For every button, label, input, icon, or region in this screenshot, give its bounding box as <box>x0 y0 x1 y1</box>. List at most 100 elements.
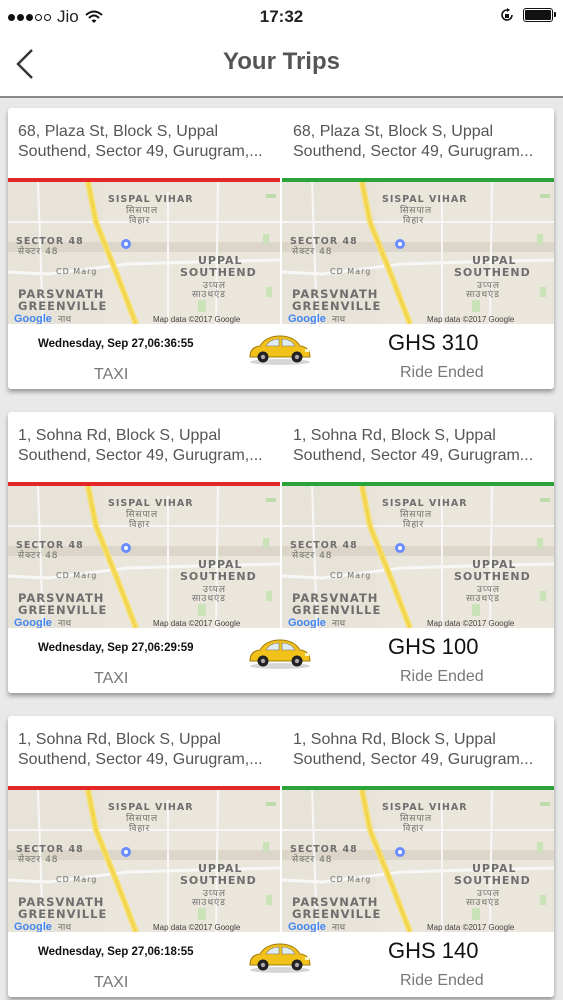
trip-fare: GHS 100 <box>388 634 479 659</box>
map-label-cd-marg: CD Marg <box>56 875 97 884</box>
map-label-sispal-hi2: विहार <box>129 822 150 834</box>
map-label-google: Google <box>14 921 52 932</box>
map-label-uppal-hi2: साउथएंड <box>466 593 500 604</box>
pickup-address: 68, Plaza St, Block S, Uppal Southend, S… <box>18 122 283 162</box>
drop-address: 1, Sohna Rd, Block S, Uppal Southend, Se… <box>293 426 554 466</box>
trip-fare: GHS 310 <box>388 330 479 355</box>
map-label-sispal-hi2: विहार <box>403 518 424 530</box>
drop-address-line1: 1, Sohna Rd, Block S, Uppal <box>293 427 496 444</box>
navigation-bar: Your Trips <box>0 34 563 98</box>
pickup-address-line2: Southend, Sector 49, Gurugram,... <box>18 143 263 160</box>
vehicle-type: TAXI <box>94 670 129 687</box>
map-label-cd-marg: CD Marg <box>56 267 97 276</box>
map-label-sispal-hi2: विहार <box>129 214 150 226</box>
vehicle-type: TAXI <box>94 974 129 991</box>
pickup-address-line1: 1, Sohna Rd, Block S, Uppal <box>18 731 221 748</box>
map-label-sispal-hi: सिसपाल <box>126 204 158 216</box>
map-label-sector: SECTOR 48 <box>290 236 358 247</box>
map-label-google-hi: नाथ <box>58 315 71 324</box>
trip-datetime: Wednesday, Sep 27,06:29:59 <box>38 642 194 654</box>
trip-status: Ride Ended <box>400 972 484 989</box>
map-label-attribution: Map data ©2017 Google <box>153 619 241 628</box>
map-label-sector: SECTOR 48 <box>290 844 358 855</box>
drop-address-line2: Southend, Sector 49, Gurugram... <box>293 143 534 160</box>
map-label-parsvnath2: GREENVILLE <box>18 299 107 313</box>
map-label-sispal: SISPAL VIHAR <box>382 194 468 205</box>
map-label-sispal-hi: सिसपाल <box>400 812 432 824</box>
map-label-cd-marg: CD Marg <box>330 267 371 276</box>
map-label-google: Google <box>288 313 326 324</box>
map-label-google: Google <box>288 617 326 628</box>
map-label-uppal-hi2: साउथएंड <box>192 289 226 300</box>
map-label-sispal-hi2: विहार <box>129 518 150 530</box>
pickup-address: 1, Sohna Rd, Block S, Uppal Southend, Se… <box>18 730 283 770</box>
map-label-google: Google <box>14 313 52 324</box>
trip-status: Ride Ended <box>400 364 484 381</box>
map-label-sispal: SISPAL VIHAR <box>382 498 468 509</box>
map-label-attribution: Map data ©2017 Google <box>427 619 515 628</box>
map-label-attribution: Map data ©2017 Google <box>427 315 515 324</box>
battery-icon <box>523 8 556 22</box>
map-label-sector-hi: सेक्टर 48 <box>18 245 59 257</box>
map-label-google-hi: नाथ <box>332 619 345 628</box>
pickup-map: SISPAL VIHAR सिसपाल विहार SECTOR 48 सेक्… <box>8 178 280 324</box>
trip-card[interactable]: 1, Sohna Rd, Block S, Uppal Southend, Se… <box>8 716 554 997</box>
drop-map: SISPAL VIHAR सिसपाल विहार SECTOR 48 सेक्… <box>282 482 554 628</box>
map-label-uppal2: SOUTHEND <box>180 874 257 887</box>
pickup-address-line1: 68, Plaza St, Block S, Uppal <box>18 123 219 140</box>
pickup-address: 1, Sohna Rd, Block S, Uppal Southend, Se… <box>18 426 283 466</box>
status-bar: Jio 17:32 <box>0 0 563 34</box>
drop-map: SISPAL VIHAR सिसपाल विहार SECTOR 48 सेक्… <box>282 178 554 324</box>
pickup-map: SISPAL VIHAR सिसपाल विहार SECTOR 48 सेक्… <box>8 482 280 628</box>
trip-status: Ride Ended <box>400 668 484 685</box>
map-label-google: Google <box>14 617 52 628</box>
taxi-icon <box>246 333 314 365</box>
trip-fare: GHS 140 <box>388 938 479 963</box>
map-label-attribution: Map data ©2017 Google <box>153 315 241 324</box>
map-label-sispal: SISPAL VIHAR <box>108 802 194 813</box>
trip-datetime: Wednesday, Sep 27,06:18:55 <box>38 946 194 958</box>
map-label-uppal-hi2: साउथएंड <box>466 897 500 908</box>
map-label-sector: SECTOR 48 <box>16 844 84 855</box>
map-label-sector-hi: सेक्टर 48 <box>18 853 59 865</box>
trip-datetime: Wednesday, Sep 27,06:36:55 <box>38 338 194 350</box>
trip-card[interactable]: 1, Sohna Rd, Block S, Uppal Southend, Se… <box>8 412 554 693</box>
map-label-uppal-hi2: साउथएंड <box>192 593 226 604</box>
map-label-google-hi: नाथ <box>332 923 345 932</box>
map-label-cd-marg: CD Marg <box>330 571 371 580</box>
map-label-sector: SECTOR 48 <box>16 236 84 247</box>
map-label-uppal2: SOUTHEND <box>180 570 257 583</box>
map-label-uppal2: SOUTHEND <box>454 266 531 279</box>
drop-address-line1: 1, Sohna Rd, Block S, Uppal <box>293 731 496 748</box>
taxi-icon <box>246 941 314 973</box>
map-label-sispal-hi2: विहार <box>403 822 424 834</box>
map-label-uppal-hi2: साउथएंड <box>192 897 226 908</box>
drop-address-line2: Southend, Sector 49, Gurugram... <box>293 751 534 768</box>
pickup-address-line2: Southend, Sector 49, Gurugram,... <box>18 447 263 464</box>
map-label-cd-marg: CD Marg <box>330 875 371 884</box>
map-label-sector: SECTOR 48 <box>16 540 84 551</box>
pickup-address-line2: Southend, Sector 49, Gurugram,... <box>18 751 263 768</box>
page-title: Your Trips <box>223 48 340 75</box>
drop-address: 1, Sohna Rd, Block S, Uppal Southend, Se… <box>293 730 554 770</box>
map-label-sispal-hi2: विहार <box>403 214 424 226</box>
map-label-sector-hi: सेक्टर 48 <box>292 245 333 257</box>
vehicle-type: TAXI <box>94 366 129 383</box>
map-label-parsvnath2: GREENVILLE <box>18 603 107 617</box>
map-label-google: Google <box>288 921 326 932</box>
map-label-sispal: SISPAL VIHAR <box>108 194 194 205</box>
pickup-map: SISPAL VIHAR सिसपाल विहार SECTOR 48 सेक्… <box>8 786 280 932</box>
map-label-sispal: SISPAL VIHAR <box>382 802 468 813</box>
map-label-sispal-hi: सिसपाल <box>400 204 432 216</box>
drop-map: SISPAL VIHAR सिसपाल विहार SECTOR 48 सेक्… <box>282 786 554 932</box>
map-label-google-hi: नाथ <box>58 619 71 628</box>
rotation-lock-icon <box>501 8 513 21</box>
map-label-parsvnath2: GREENVILLE <box>292 603 381 617</box>
map-label-uppal-hi2: साउथएंड <box>466 289 500 300</box>
map-label-google-hi: नाथ <box>58 923 71 932</box>
drop-address-line2: Southend, Sector 49, Gurugram... <box>293 447 534 464</box>
map-label-sispal-hi: सिसपाल <box>400 508 432 520</box>
map-label-sector-hi: सेक्टर 48 <box>292 853 333 865</box>
trip-card[interactable]: 68, Plaza St, Block S, Uppal Southend, S… <box>8 108 554 389</box>
map-label-uppal2: SOUTHEND <box>180 266 257 279</box>
